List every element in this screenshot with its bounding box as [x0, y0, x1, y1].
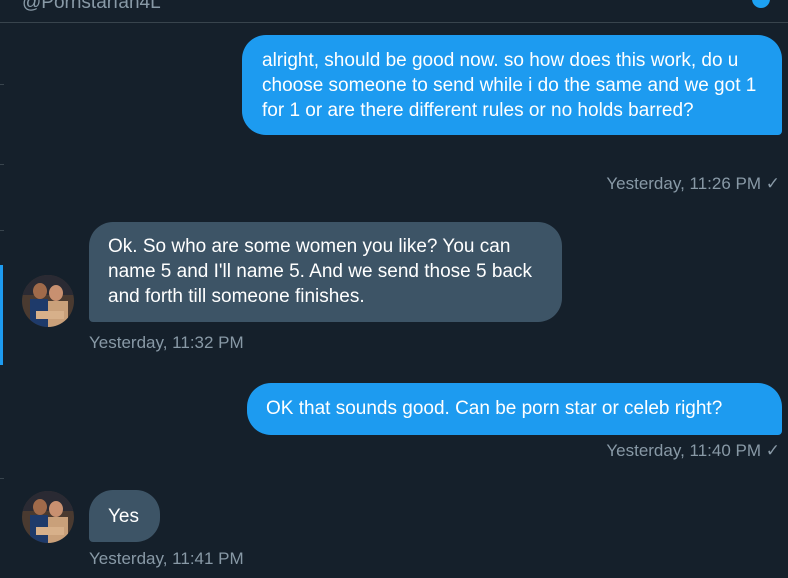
- received-message-bubble[interactable]: Yes: [89, 490, 160, 542]
- info-icon[interactable]: [752, 0, 770, 8]
- dm-conversation: @Pornstarfan4L alright, should be good n…: [0, 0, 788, 578]
- conversation-header: @Pornstarfan4L: [0, 0, 788, 23]
- contact-avatar[interactable]: [22, 491, 74, 543]
- received-message-bubble[interactable]: Ok. So who are some women you like? You …: [89, 222, 562, 322]
- message-timestamp: Yesterday, 11:40 PM ✓: [606, 441, 780, 460]
- divider-tick: [0, 230, 4, 231]
- message-timestamp: Yesterday, 11:26 PM ✓: [606, 174, 780, 193]
- contact-handle[interactable]: @Pornstarfan4L: [22, 0, 161, 14]
- selected-message-indicator: [0, 265, 3, 365]
- message-timestamp: Yesterday, 11:41 PM: [89, 549, 244, 568]
- divider-tick: [0, 164, 4, 165]
- contact-avatar[interactable]: [22, 275, 74, 327]
- divider-tick: [0, 478, 4, 479]
- divider-tick: [0, 84, 4, 85]
- avatar-photo-icon: [22, 275, 74, 327]
- avatar-photo-icon: [22, 491, 74, 543]
- message-timestamp: Yesterday, 11:32 PM: [89, 333, 244, 352]
- sent-message-bubble[interactable]: alright, should be good now. so how does…: [242, 35, 782, 135]
- sent-message-bubble[interactable]: OK that sounds good. Can be porn star or…: [247, 383, 782, 435]
